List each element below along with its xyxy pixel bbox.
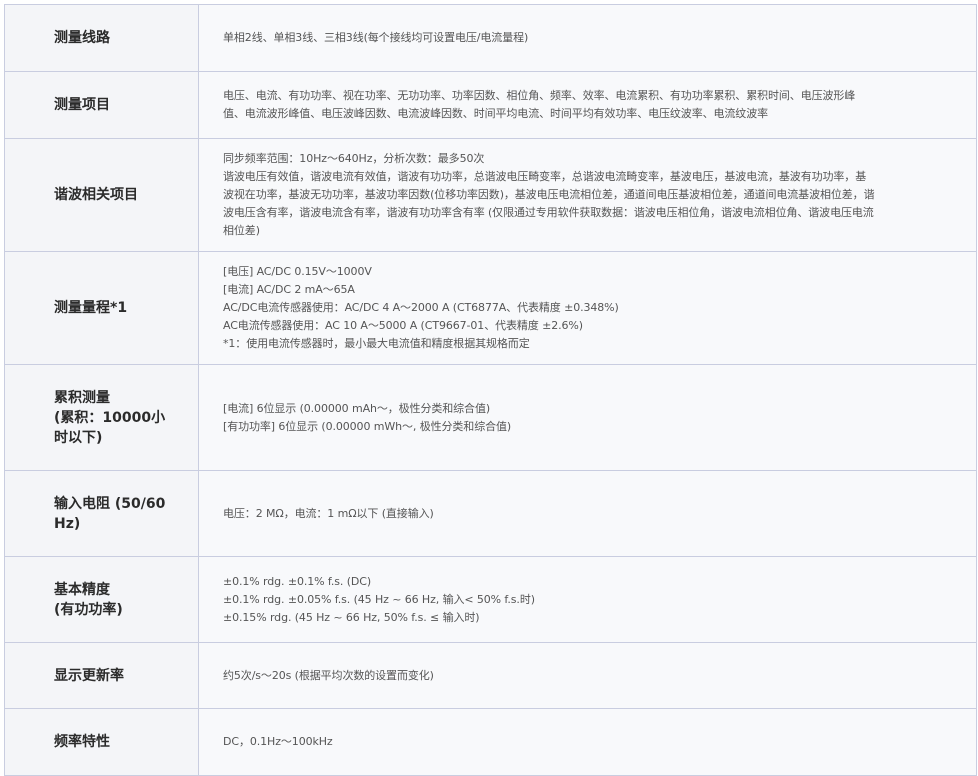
table-row: 累积测量 (累积：10000小 时以下) [电流] 6位显示 (0.00000 … [4, 364, 977, 471]
row-label-cell: 测量量程*1 [4, 251, 199, 365]
table-row: 基本精度 (有功功率) ±0.1% rdg. ±0.1% f.s. (DC) ±… [4, 556, 977, 643]
row-value-line: 谐波电压有效值，谐波电流有效值，谐波有功功率，总谐波电压畸变率，总谐波电流畸变率… [223, 170, 867, 183]
row-value-line: ±0.15% rdg. (45 Hz ~ 66 Hz, 50% f.s. ≤ 输… [223, 610, 480, 624]
row-value-line: ±0.1% rdg. ±0.05% f.s. (45 Hz ~ 66 Hz, 输… [223, 592, 535, 606]
row-label: 测量线路 [54, 30, 110, 46]
spec-table: 测量线路 单相2线、单相3线、三相3线(每个接线均可设置电压/电流量程) 测量项… [4, 4, 977, 776]
table-row: 测量量程*1 [电压] AC/DC 0.15V～1000V [电流] AC/DC… [4, 251, 977, 365]
row-value-cell: 单相2线、单相3线、三相3线(每个接线均可设置电压/电流量程) [198, 4, 977, 72]
row-label: 累积测量 (累积：10000小 时以下) [54, 389, 166, 446]
row-value-line: 波视在功率，基波无功功率，基波功率因数(位移功率因数)，基波电压电流相位差，通道… [223, 188, 875, 201]
row-label: 输入电阻 (50/60 Hz) [54, 495, 166, 532]
row-value-line: 相位差) [223, 224, 260, 237]
row-value-line: 约5次/s～20s (根据平均次数的设置而变化) [223, 668, 434, 682]
row-value-line: DC，0.1Hz～100kHz [223, 735, 333, 748]
row-value-cell: DC，0.1Hz～100kHz [198, 708, 977, 776]
row-value-cell: 电压、电流、有功功率、视在功率、无功功率、功率因数、相位角、频率、效率、电流累积… [198, 71, 977, 139]
table-row: 频率特性 DC，0.1Hz～100kHz [4, 708, 977, 776]
row-value-line: 电压：2 MΩ，电流：1 mΩ以下 (直接输入) [223, 506, 434, 520]
row-label: 测量量程*1 [54, 300, 128, 316]
row-value-line: 波电压含有率，谐波电流含有率，谐波有功功率含有率 (仅限通过专用软件获取数据：谐… [223, 206, 874, 219]
row-value-line: 电压、电流、有功功率、视在功率、无功功率、功率因数、相位角、频率、效率、电流累积… [223, 89, 856, 102]
row-value-cell: 同步频率范围：10Hz～640Hz，分析次数：最多50次 谐波电压有效值，谐波电… [198, 138, 977, 252]
row-label-cell: 输入电阻 (50/60 Hz) [4, 470, 199, 557]
row-value-cell: [电流] 6位显示 (0.00000 mAh～，极性分类和综合值) [有功功率]… [198, 364, 977, 471]
row-value-cell: [电压] AC/DC 0.15V～1000V [电流] AC/DC 2 mA～6… [198, 251, 977, 365]
row-label: 基本精度 (有功功率) [54, 581, 123, 618]
row-label: 显示更新率 [54, 667, 124, 684]
row-value-cell: 约5次/s～20s (根据平均次数的设置而变化) [198, 642, 977, 709]
row-label-cell: 累积测量 (累积：10000小 时以下) [4, 364, 199, 471]
row-value-line: *1：使用电流传感器时，最小最大电流值和精度根据其规格而定 [223, 337, 530, 350]
row-value-line: 单相2线、单相3线、三相3线(每个接线均可设置电压/电流量程) [223, 31, 529, 44]
row-value-line: ±0.1% rdg. ±0.1% f.s. (DC) [223, 574, 372, 588]
row-value-line: [电压] AC/DC 0.15V～1000V [223, 265, 372, 278]
row-value-line: [有功功率] 6位显示 (0.00000 mWh～, 极性分类和综合值) [223, 419, 512, 433]
row-label-cell: 频率特性 [4, 708, 199, 776]
row-value-cell: 电压：2 MΩ，电流：1 mΩ以下 (直接输入) [198, 470, 977, 557]
table-row: 测量项目 电压、电流、有功功率、视在功率、无功功率、功率因数、相位角、频率、效率… [4, 71, 977, 139]
row-value-line: AC电流传感器使用：AC 10 A～5000 A (CT9667-01、代表精度… [223, 319, 583, 332]
row-value-line: 同步频率范围：10Hz～640Hz，分析次数：最多50次 [223, 152, 485, 165]
row-label-cell: 测量项目 [4, 71, 199, 139]
table-row: 输入电阻 (50/60 Hz) 电压：2 MΩ，电流：1 mΩ以下 (直接输入) [4, 470, 977, 557]
row-label: 频率特性 [54, 734, 110, 750]
row-label-cell: 谐波相关项目 [4, 138, 199, 252]
row-value-line: [电流] 6位显示 (0.00000 mAh～，极性分类和综合值) [223, 401, 491, 415]
row-value-line: AC/DC电流传感器使用：AC/DC 4 A～2000 A (CT6877A、代… [223, 301, 619, 314]
table-row: 显示更新率 约5次/s～20s (根据平均次数的设置而变化) [4, 642, 977, 709]
table-row: 谐波相关项目 同步频率范围：10Hz～640Hz，分析次数：最多50次 谐波电压… [4, 138, 977, 252]
row-label-cell: 显示更新率 [4, 642, 199, 709]
row-value-cell: ±0.1% rdg. ±0.1% f.s. (DC) ±0.1% rdg. ±0… [198, 556, 977, 643]
row-value-line: [电流] AC/DC 2 mA～65A [223, 283, 355, 296]
row-label: 谐波相关项目 [54, 187, 138, 203]
row-value-line: 值、电流波形峰值、电压波峰因数、电流波峰因数、时间平均电流、时间平均有效功率、电… [223, 107, 768, 120]
row-label: 测量项目 [54, 97, 110, 113]
row-label-cell: 基本精度 (有功功率) [4, 556, 199, 643]
row-label-cell: 测量线路 [4, 4, 199, 72]
table-row: 测量线路 单相2线、单相3线、三相3线(每个接线均可设置电压/电流量程) [4, 4, 977, 72]
